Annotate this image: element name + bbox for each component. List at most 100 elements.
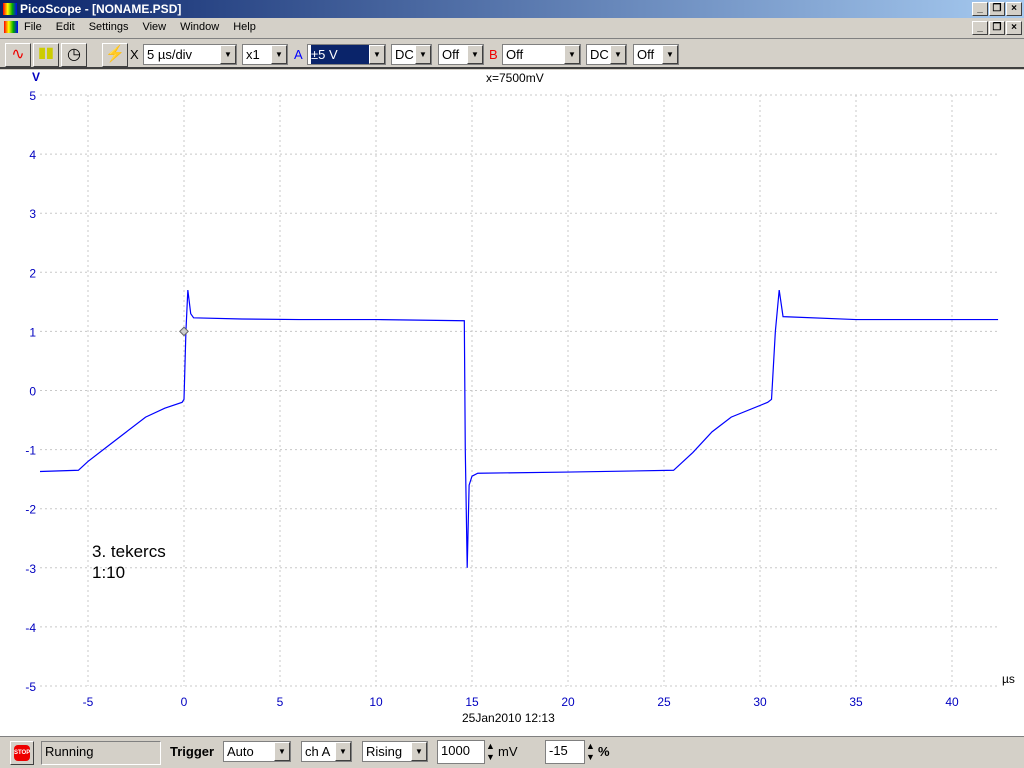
channel-b-coupling-value: DC <box>590 47 609 62</box>
doc-logo-icon <box>4 21 18 33</box>
channel-a-extra-select[interactable]: Off ▼ <box>438 44 484 65</box>
toolbar: ∿ ▮▮ ◷ ⚡ X 5 µs/div ▼ x1 ▼ A ±5 V ▼ DC ▼ Off… <box>0 38 1024 69</box>
menu-view[interactable]: View <box>142 18 166 37</box>
channel-a-extra-value: Off <box>442 47 460 62</box>
chevron-down-icon: ▼ <box>369 45 385 64</box>
x-tick-label: 25 <box>657 695 671 709</box>
cursor-readout: x=7500mV <box>486 71 544 85</box>
y-tick-label: -1 <box>25 444 36 458</box>
status-bar: STOP Running Trigger Auto ▼ ch A ▼ Rising ▼… <box>0 736 1024 768</box>
channel-a-coupling-value: DC <box>395 47 414 62</box>
channel-b-extra-value: Off <box>637 47 655 62</box>
annotation-line: 3. tekercs <box>92 542 166 561</box>
trigger-edge-select[interactable]: Rising ▼ <box>362 741 428 762</box>
doc-close-button[interactable]: × <box>1006 21 1022 35</box>
threshold-stepper[interactable]: ▲ ▼ <box>486 741 495 763</box>
channel-a-label: A <box>294 47 303 62</box>
threshold-input[interactable]: 1000 <box>437 740 485 764</box>
menu-edit[interactable]: Edit <box>56 18 75 37</box>
x-tick-label: 0 <box>181 695 188 709</box>
window-title: PicoScope - [NONAME.PSD] <box>20 2 182 16</box>
close-button[interactable]: × <box>1006 2 1022 16</box>
trigger-mode-value: Auto <box>227 744 254 759</box>
trigger-label: Trigger <box>170 744 215 759</box>
annotation-line: 1:10 <box>92 563 125 582</box>
chevron-down-icon: ▼ <box>415 45 431 64</box>
stop-button[interactable]: STOP <box>10 741 34 765</box>
channel-a-range-value: ±5 V <box>311 45 369 64</box>
x-tick-label: 10 <box>369 695 383 709</box>
threshold-unit: mV <box>498 744 518 759</box>
chevron-down-icon: ▼ <box>610 45 626 64</box>
menu-file[interactable]: File <box>24 18 42 37</box>
x-unit-label: µs <box>1002 672 1015 686</box>
channel-a-range-select[interactable]: ±5 V ▼ <box>307 44 386 65</box>
trigger-channel-value: ch A <box>305 744 331 759</box>
chevron-down-icon: ▼ <box>335 742 351 761</box>
channel-a-coupling-select[interactable]: DC ▼ <box>391 44 432 65</box>
chevron-down-icon: ▼ <box>564 45 580 64</box>
x-tick-label: 15 <box>465 695 479 709</box>
delay-value: -15 <box>549 743 568 758</box>
trigger-marker <box>179 326 189 337</box>
channel-b-extra-select[interactable]: Off ▼ <box>633 44 679 65</box>
chevron-down-icon: ▼ <box>467 45 483 64</box>
x-tick-label: 30 <box>753 695 767 709</box>
chevron-down-icon: ▼ <box>411 742 427 761</box>
menu-help[interactable]: Help <box>233 18 256 37</box>
x-tick-label: 40 <box>945 695 959 709</box>
multiplier-select[interactable]: x1 ▼ <box>242 44 288 65</box>
trigger-channel-select[interactable]: ch A ▼ <box>301 741 352 762</box>
spectrum-mode-button[interactable]: ▮▮ <box>33 43 59 67</box>
delay-input[interactable]: -15 <box>545 740 585 764</box>
doc-minimize-button[interactable]: _ <box>972 21 988 35</box>
channel-b-label: B <box>489 47 498 62</box>
waveform-chart: 543210-1-2-3-4-5-5 0 5 10 15 20 25 30 35 40Vµsx=7… <box>25 70 1015 725</box>
scope-mode-button[interactable]: ∿ <box>5 43 31 67</box>
x-tick-label: -5 <box>83 695 94 709</box>
chevron-down-icon: ▼ <box>271 45 287 64</box>
chevron-down-icon: ▼ <box>274 742 290 761</box>
y-unit-label: V <box>32 70 40 84</box>
trigger-mode-select[interactable]: Auto ▼ <box>223 741 291 762</box>
stop-icon: STOP <box>14 745 30 761</box>
multiplier-value: x1 <box>246 47 260 62</box>
y-tick-label: 4 <box>29 148 36 162</box>
trigger-edge-value: Rising <box>366 744 403 759</box>
meter-mode-button[interactable]: ◷ <box>61 43 87 67</box>
channel-b-coupling-select[interactable]: DC ▼ <box>586 44 627 65</box>
y-tick-label: 0 <box>29 385 36 399</box>
trace-button[interactable]: ⚡ <box>102 43 128 67</box>
oscilloscope-plot[interactable]: 5 4 3 2 1 0 -1 -2 -3 -4 -5 -5 0 5 10 15 20 25 30 35 40 Vµs x=7… <box>0 70 1024 736</box>
chevron-down-icon: ▼ <box>220 45 236 64</box>
y-tick-label: -5 <box>25 680 36 694</box>
minimize-button[interactable]: _ <box>972 2 988 16</box>
y-tick-label: 2 <box>29 266 36 280</box>
threshold-value: 1000 <box>441 743 470 758</box>
timebase-select[interactable]: 5 µs/div ▼ <box>143 44 237 65</box>
doc-restore-button[interactable]: ❐ <box>989 21 1005 35</box>
x-tick-label: 20 <box>561 695 575 709</box>
delay-unit: % <box>598 744 610 759</box>
chevron-down-icon: ▼ <box>662 45 678 64</box>
y-tick-label: -4 <box>25 621 36 635</box>
y-tick-label: -2 <box>25 503 36 517</box>
menu-bar: File Edit Settings View Window Help _ ❐ × <box>0 18 1024 37</box>
timestamp: 25Jan2010 12:13 <box>462 711 555 725</box>
app-logo-icon <box>3 3 17 15</box>
restore-button[interactable]: ❐ <box>989 2 1005 16</box>
y-tick-label: -3 <box>25 562 36 576</box>
menu-settings[interactable]: Settings <box>89 18 129 37</box>
x-tick-label: 5 <box>277 695 284 709</box>
title-bar: PicoScope - [NONAME.PSD] _ ❐ × <box>0 0 1024 18</box>
y-tick-label: 1 <box>29 325 36 339</box>
channel-b-range-select[interactable]: Off ▼ <box>502 44 581 65</box>
menu-window[interactable]: Window <box>180 18 219 37</box>
timebase-value: 5 µs/div <box>147 47 193 62</box>
x-label: X <box>130 47 139 62</box>
y-tick-label: 5 <box>29 89 36 103</box>
x-tick-label: 35 <box>849 695 863 709</box>
channel-b-range-value: Off <box>506 47 524 62</box>
y-tick-label: 3 <box>29 207 36 221</box>
delay-stepper[interactable]: ▲ ▼ <box>586 741 595 763</box>
